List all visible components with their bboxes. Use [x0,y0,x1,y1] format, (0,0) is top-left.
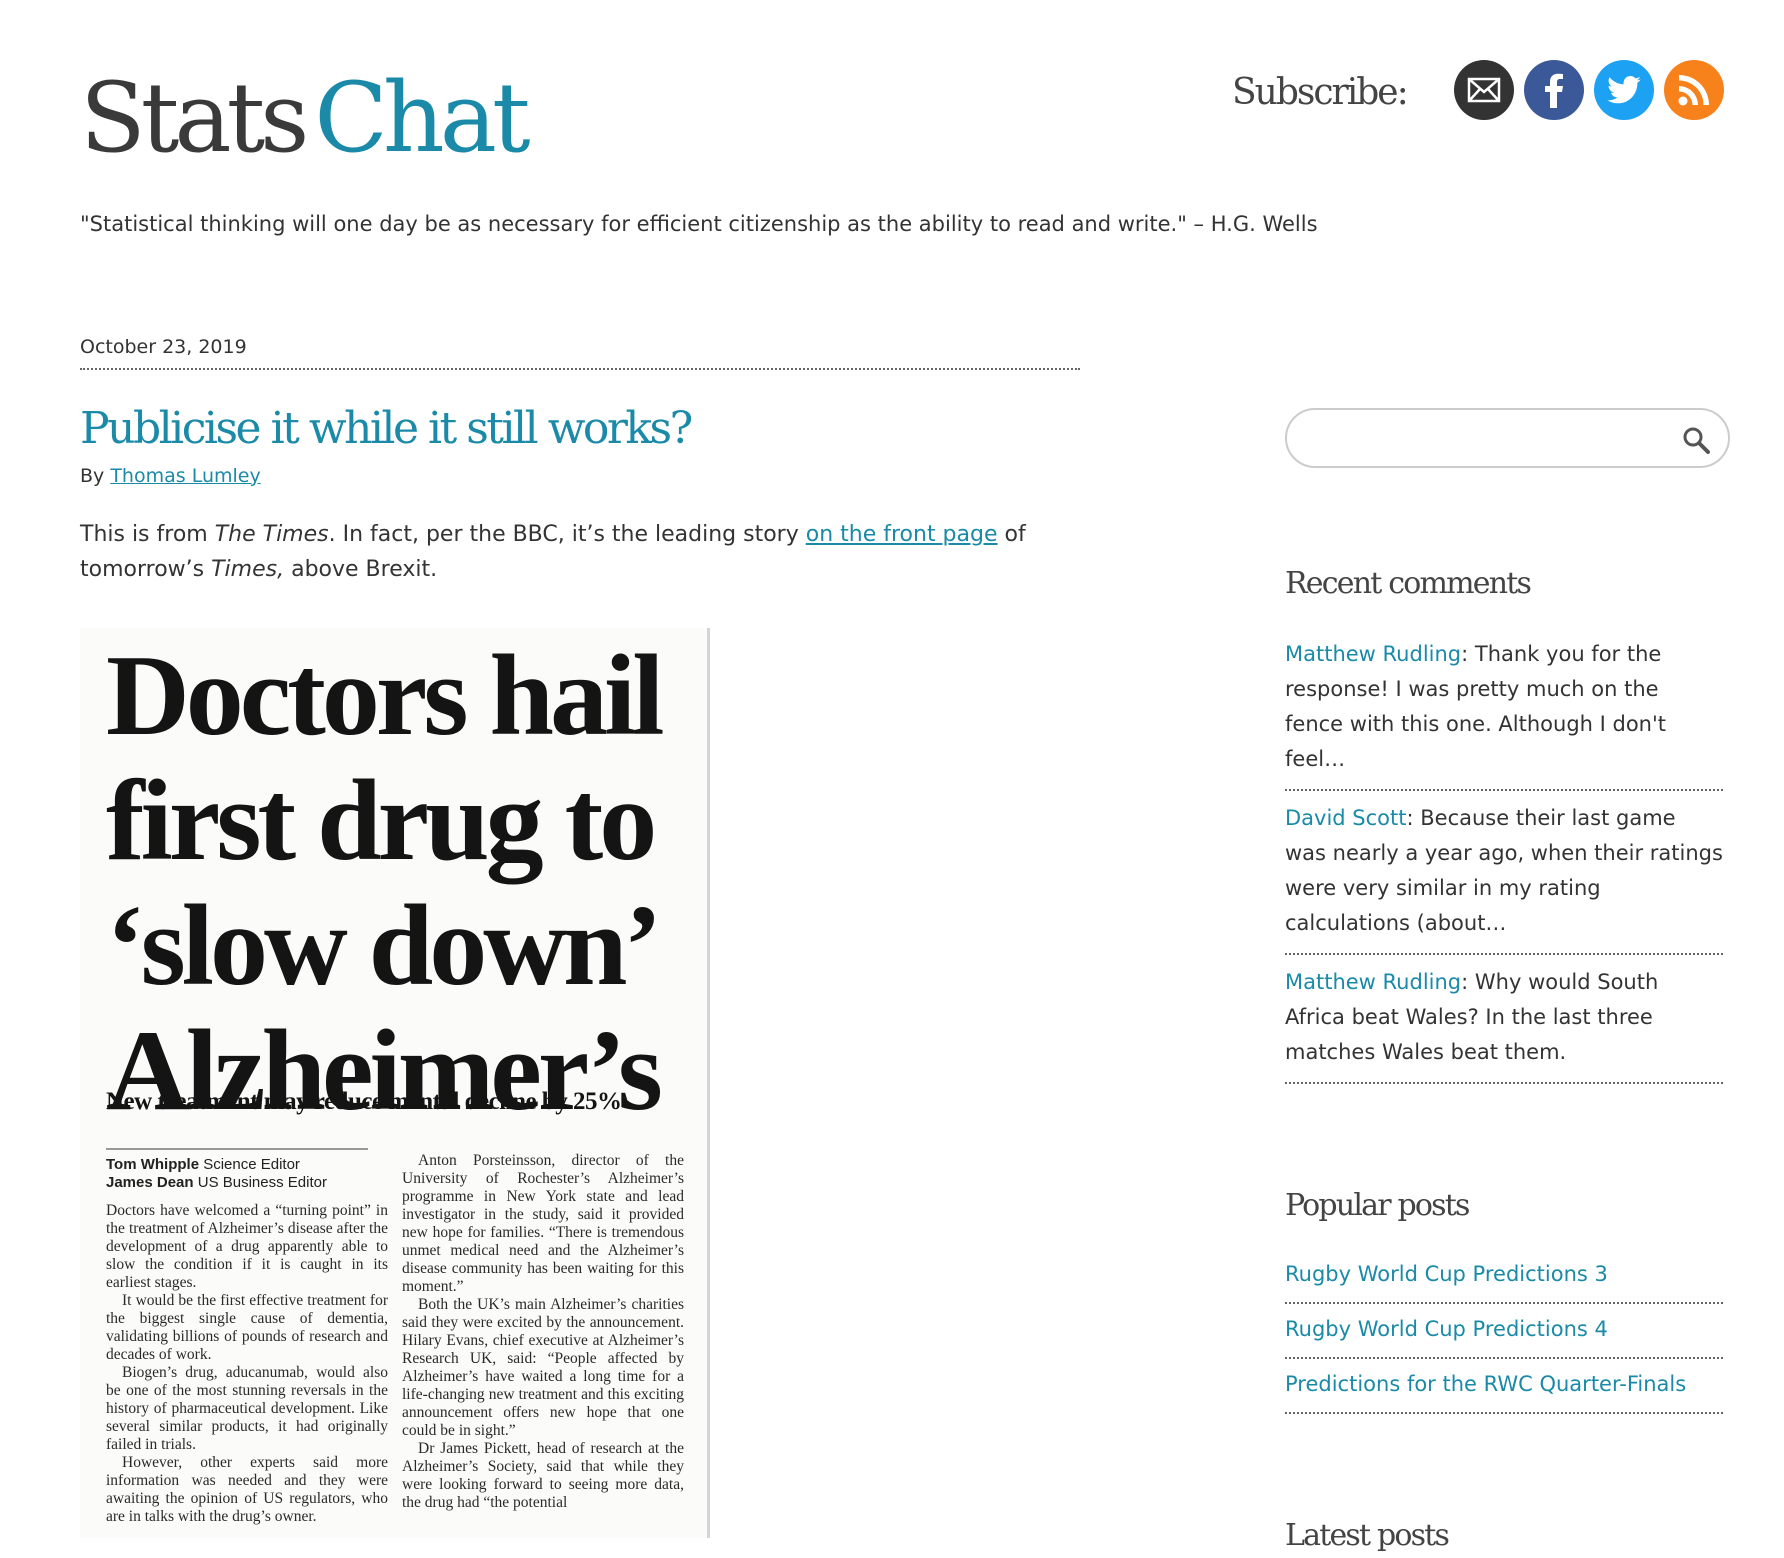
facebook-button[interactable] [1524,60,1584,120]
byline-role: US Business Editor [193,1174,327,1191]
post-article: October 23, 2019 Publicise it while it s… [80,330,1080,587]
popular-post-link[interactable]: Rugby World Cup Predictions 4 [1285,1317,1608,1341]
popular-post-link[interactable]: Predictions for the RWC Quarter-Finals [1285,1372,1686,1396]
clipping-headline: Doctors hail first drug to ‘slow down’ A… [106,632,664,1134]
popular-post-link[interactable]: Rugby World Cup Predictions 3 [1285,1262,1608,1286]
twitter-icon [1607,76,1641,104]
list-item: David Scott: Because their last game was… [1285,791,1723,955]
clipping-column-2: Anton Porsteinsson, director of the Univ… [402,1152,684,1512]
list-item: Matthew Rudling: Why would South Africa … [1285,955,1723,1084]
list-item: Rugby World Cup Predictions 3 [1285,1249,1723,1304]
post-byline: By Thomas Lumley [80,465,1080,487]
body-text-2: . In fact, per the BBC, it’s the leading… [328,521,806,547]
sidebar: Recent comments Matthew Rudling: Thank y… [1285,408,1730,1553]
clipping-paragraph: Doctors have welcomed a “turning point” … [106,1202,388,1291]
rss-button[interactable] [1664,60,1724,120]
list-item: Predictions for the RWC Quarter-Finals [1285,1359,1723,1414]
comment-author-link[interactable]: Matthew Rudling [1285,970,1461,994]
byline-name: Tom Whipple [106,1156,200,1173]
front-page-link[interactable]: on the front page [806,522,998,547]
clipping-paragraph: Anton Porsteinsson, director of the Univ… [402,1152,684,1295]
rss-icon [1678,75,1709,106]
recent-comments-heading: Recent comments [1285,566,1532,601]
clipping-paragraph: However, other experts said more informa… [106,1454,388,1525]
body-em-2: Times, [211,556,285,582]
clipping-paragraph: It would be the first effective treatmen… [106,1292,388,1363]
body-text-1: This is from [80,521,215,547]
clipping-paragraph: Biogen’s drug, aducanumab, would also be… [106,1364,388,1453]
facebook-icon [1545,73,1563,108]
twitter-button[interactable] [1594,60,1654,120]
logo-chat: Chat [314,62,530,174]
popular-posts-heading: Popular posts [1285,1188,1470,1223]
newspaper-clipping-image: Doctors hail first drug to ‘slow down’ A… [80,628,710,1538]
envelope-icon [1467,77,1501,103]
comment-author-link[interactable]: David Scott [1285,806,1407,830]
post-title[interactable]: Publicise it while it still works? [80,403,1080,455]
subscribe-label: Subscribe: [1232,72,1409,113]
list-item: Rugby World Cup Predictions 4 [1285,1304,1723,1359]
search-box [1285,408,1730,468]
site-logo[interactable]: Stats Chat [80,70,531,166]
logo-stats: Stats [80,62,309,174]
headline-line: first drug to [106,757,657,885]
popular-posts-list: Rugby World Cup Predictions 3 Rugby Worl… [1285,1249,1730,1414]
comment-author-link[interactable]: Matthew Rudling [1285,642,1461,666]
site-header: Stats Chat Subscribe: [80,60,1730,170]
clipping-byline: Tom Whipple Science Editor [106,1156,300,1173]
author-link[interactable]: Thomas Lumley [110,465,260,487]
site-tagline: "Statistical thinking will one day be as… [80,212,1318,236]
clipping-subheadline: New treatment may reduce mental decline … [106,1088,622,1115]
clipping-rule [106,1148,368,1150]
post-paragraph: This is from The Times. In fact, per the… [80,517,1060,587]
post-date: October 23, 2019 [80,330,1080,370]
list-item: Matthew Rudling: Thank you for the respo… [1285,627,1723,791]
clipping-paragraph: Dr James Pickett, head of research at th… [402,1440,684,1511]
search-input[interactable] [1311,420,1651,456]
body-em-1: The Times [214,521,329,547]
email-subscribe-button[interactable] [1454,60,1514,120]
headline-line: ‘slow down’ [106,882,662,1010]
byline-role: Science Editor [199,1156,300,1173]
byline-prefix: By [80,464,111,487]
clipping-byline: James Dean US Business Editor [106,1174,327,1191]
search-icon[interactable] [1682,426,1710,454]
clipping-paragraph: Both the UK’s main Alzheimer’s charities… [402,1296,684,1439]
latest-posts-heading: Latest posts [1285,1518,1450,1553]
body-text-4: above Brexit. [284,556,438,582]
headline-line: Doctors hail [106,632,664,760]
clipping-column-1: Doctors have welcomed a “turning point” … [106,1202,388,1526]
recent-comments-list: Matthew Rudling: Thank you for the respo… [1285,627,1730,1084]
byline-name: James Dean [106,1174,194,1191]
